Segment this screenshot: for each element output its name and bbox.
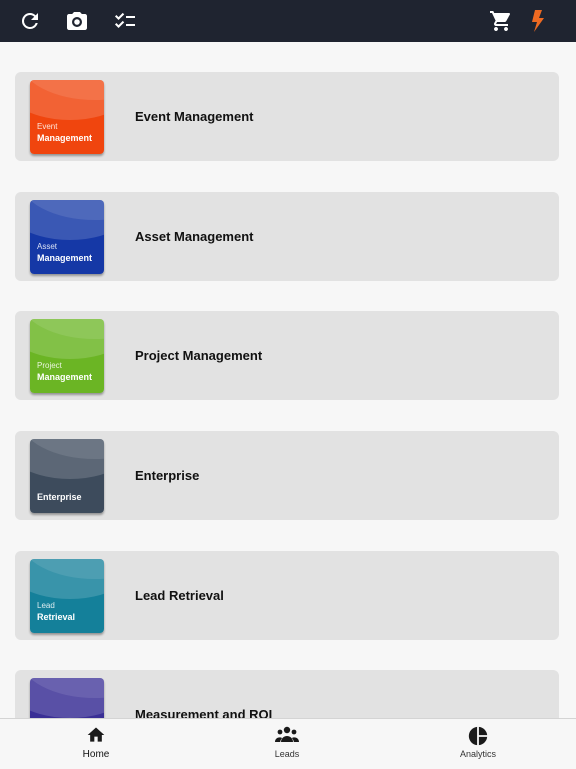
- thumbnail-caption-line1: Project: [37, 361, 62, 370]
- refresh-icon[interactable]: [18, 9, 42, 33]
- app-card-event-management[interactable]: Event Management Event Management: [15, 72, 559, 161]
- tab-leads[interactable]: Leads: [227, 719, 347, 769]
- bolt-icon[interactable]: [526, 9, 550, 33]
- tab-analytics[interactable]: Analytics: [418, 719, 538, 769]
- app-title: Project Management: [135, 348, 263, 363]
- thumbnail-caption-line2: Management: [37, 133, 93, 143]
- home-icon: [86, 725, 106, 745]
- thumbnail-caption-line1: Event: [37, 122, 58, 131]
- app-thumbnail: Event Management: [30, 80, 104, 154]
- tab-label: Leads: [274, 749, 300, 759]
- app-title: Measurement and ROI: [135, 707, 273, 718]
- app-thumbnail: Lead Retrieval: [30, 559, 104, 633]
- thumbnail-caption-line2: Management: [37, 253, 93, 263]
- people-icon: [275, 725, 299, 745]
- app-thumbnail: [30, 678, 104, 718]
- tab-label: Analytics: [459, 749, 496, 759]
- camera-icon[interactable]: [65, 9, 89, 33]
- tab-label: Home: [82, 749, 110, 760]
- app-title: Asset Management: [135, 229, 254, 244]
- thumbnail-caption-line1: Lead: [37, 601, 55, 610]
- app-card-lead-retrieval[interactable]: Lead Retrieval Lead Retrieval: [15, 551, 559, 640]
- app-list: Event Management Event Management Asset …: [0, 42, 576, 718]
- thumbnail-caption-line2: Management: [37, 372, 93, 382]
- app-card-asset-management[interactable]: Asset Management Asset Management: [15, 192, 559, 281]
- tab-home[interactable]: Home: [36, 719, 156, 769]
- app-title: Enterprise: [135, 468, 200, 483]
- app-title: Lead Retrieval: [135, 588, 224, 603]
- cart-icon[interactable]: [489, 9, 513, 33]
- app-card-measurement-and-roi[interactable]: Measurement and ROI: [15, 670, 559, 718]
- app-card-enterprise[interactable]: Enterprise Enterprise: [15, 431, 559, 520]
- app-thumbnail: Project Management: [30, 319, 104, 393]
- top-app-bar: [0, 0, 576, 42]
- thumbnail-caption-line2: Retrieval: [37, 612, 76, 622]
- checklist-icon[interactable]: [113, 9, 137, 33]
- app-card-project-management[interactable]: Project Management Project Management: [15, 311, 559, 400]
- bottom-tab-bar: Home Leads Analytics: [0, 718, 576, 768]
- app-title: Event Management: [135, 109, 254, 124]
- thumbnail-caption-line1: Asset: [37, 242, 58, 251]
- thumbnail-caption-line2: Enterprise: [37, 492, 82, 502]
- app-thumbnail: Asset Management: [30, 200, 104, 274]
- pie-chart-icon: [467, 725, 489, 747]
- app-thumbnail: Enterprise: [30, 439, 104, 513]
